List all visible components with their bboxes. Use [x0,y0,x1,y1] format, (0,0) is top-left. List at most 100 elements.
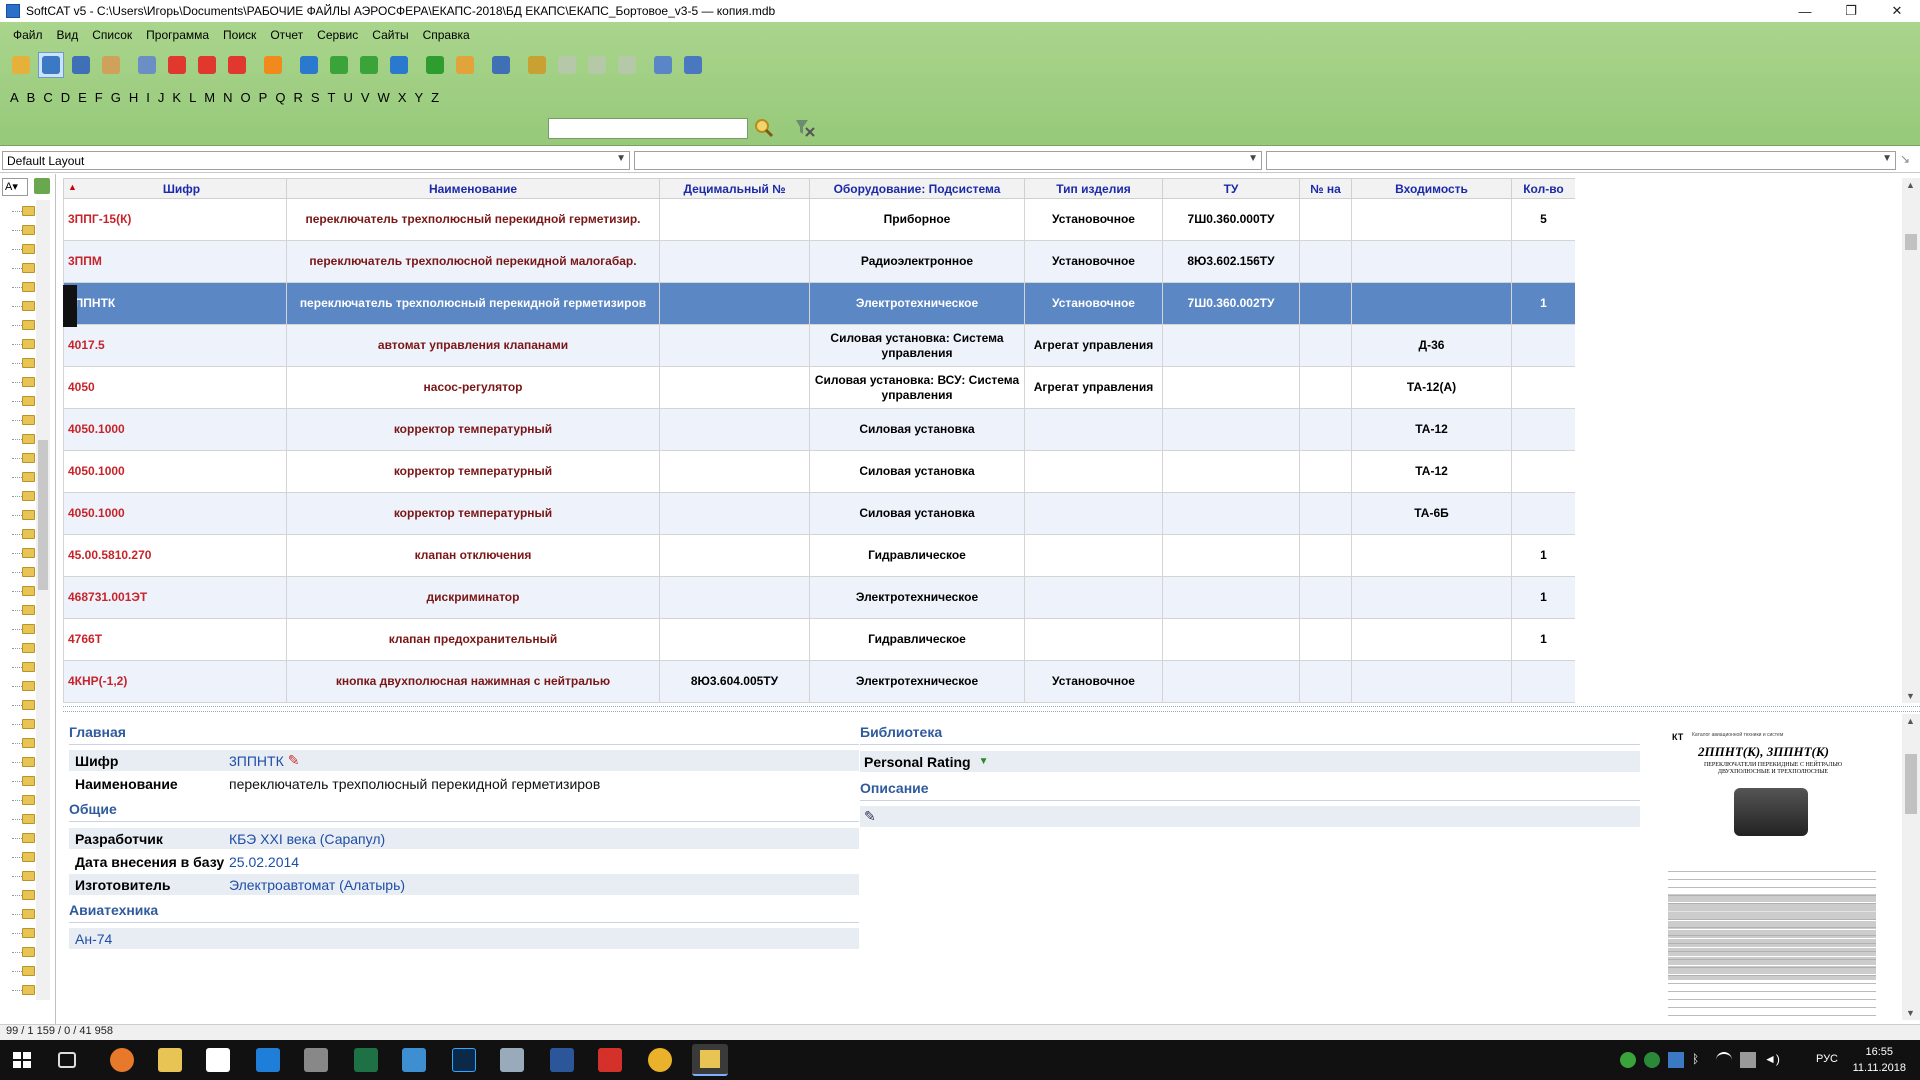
windows-button[interactable] [614,52,640,78]
column-header[interactable]: Кол-во [1511,178,1575,199]
cell-qty[interactable] [1511,366,1575,409]
folder-icon[interactable] [22,890,35,900]
edge-icon[interactable] [256,1048,280,1072]
folder-icon[interactable] [22,814,35,824]
folder-icon[interactable] [22,928,35,938]
table-row[interactable]: 4017.5 автомат управления клапанами Силова… [63,324,1575,367]
field-avia-value[interactable]: Ан-74 [69,931,112,947]
cell-decimal[interactable] [659,618,810,661]
column-header[interactable]: Входимость [1351,178,1512,199]
folder-icon[interactable] [22,244,35,254]
folder-icon[interactable] [22,491,35,501]
next-record-button[interactable] [356,52,382,78]
home-button[interactable] [8,52,34,78]
cell-subsystem[interactable]: Гидравлическое [809,534,1025,577]
scroll-down-icon[interactable]: ▼ [1906,691,1915,701]
column-header[interactable]: Наименование [286,178,660,199]
cell-decimal[interactable] [659,282,810,325]
field-shifr-value[interactable]: 3ППНТК ✎ [229,752,299,769]
folder-icon[interactable] [22,681,35,691]
detail-scroll-thumb[interactable] [1905,754,1917,814]
letter-f[interactable]: F [95,90,103,105]
key-button[interactable] [524,52,550,78]
cell-parent[interactable]: Д-36 [1351,324,1512,367]
menu-sites[interactable]: Сайты [365,28,415,42]
cell-type[interactable] [1024,534,1163,577]
letter-u[interactable]: U [343,90,352,105]
cell-num[interactable] [1299,618,1352,661]
wifi-icon[interactable] [1716,1052,1732,1068]
last-record-button[interactable] [386,52,412,78]
cell-decimal[interactable] [659,408,810,451]
cell-name[interactable]: клапан отключения [286,534,660,577]
letter-j[interactable]: J [158,90,165,105]
cell-tu[interactable] [1162,618,1300,661]
task-view-icon[interactable] [58,1052,76,1068]
cell-tu[interactable] [1162,660,1300,703]
tray-app2-icon[interactable] [1644,1052,1660,1068]
field-developer-value[interactable]: КБЭ XXI века (Сарапул) [229,831,385,847]
table-row[interactable]: 3ППНТК переключатель трехполюсный перекид… [63,282,1575,325]
letter-g[interactable]: G [111,90,121,105]
cell-name[interactable]: переключатель трехполюсный перекидной ге… [286,282,660,325]
folder-icon[interactable] [22,377,35,387]
cell-subsystem[interactable]: Приборное [809,198,1025,241]
cell-name[interactable]: кнопка двухполюсная нажимная с нейтралью [286,660,660,703]
letter-a[interactable]: A [10,90,19,105]
cell-subsystem[interactable]: Силовая установка: Система управления [809,324,1025,367]
search-button[interactable] [754,118,774,138]
cell-parent[interactable] [1351,240,1512,283]
cell-num[interactable] [1299,660,1352,703]
scroll-up-icon[interactable]: ▲ [1906,180,1915,190]
columns-button[interactable] [488,52,514,78]
cell-qty[interactable]: 1 [1511,282,1575,325]
cell-code[interactable]: 4КНР(-1,2) [63,660,287,703]
tray-mail-icon[interactable] [1668,1052,1684,1068]
move-up-button[interactable] [194,52,220,78]
cell-subsystem[interactable]: Электротехническое [809,576,1025,619]
table-row[interactable]: 4050.1000 корректор температурный Силовая … [63,450,1575,493]
cell-decimal[interactable] [659,576,810,619]
tree-scrollbar[interactable] [36,200,50,1000]
cell-qty[interactable] [1511,660,1575,703]
cell-num[interactable] [1299,198,1352,241]
cell-type[interactable]: Агрегат управления [1024,366,1163,409]
cell-qty[interactable]: 1 [1511,534,1575,577]
folder-icon[interactable] [22,738,35,748]
scroll-down-icon[interactable]: ▼ [1906,1008,1915,1018]
table-row[interactable]: 4050.1000 корректор температурный Силовая … [63,492,1575,535]
folder-icon[interactable] [22,985,35,995]
excel-icon[interactable] [354,1048,378,1072]
tree-filter-select[interactable]: А▾ [2,178,28,196]
folder-icon[interactable] [22,567,35,577]
cell-tu[interactable]: 7Ш0.360.000ТУ [1162,198,1300,241]
letter-e[interactable]: E [78,90,87,105]
table-row[interactable]: 3ППГ-15(К) переключатель трехполюсный пер… [63,198,1575,241]
tools-button[interactable] [98,52,124,78]
field-name-value[interactable]: переключатель трехполюсный перекидной ге… [229,776,600,792]
filter-select-3[interactable]: ▼ [1266,151,1896,170]
rating-dropdown-icon[interactable]: ▼ [979,756,989,767]
column-header[interactable]: № на [1299,178,1352,199]
grid-scroll-thumb[interactable] [1905,234,1917,250]
cell-parent[interactable]: ТА-12 [1351,408,1512,451]
cell-qty[interactable] [1511,492,1575,535]
letter-b[interactable]: B [27,90,36,105]
cell-parent[interactable]: ТА-6Б [1351,492,1512,535]
tree-scroll-thumb[interactable] [38,440,48,590]
cell-type[interactable]: Установочное [1024,660,1163,703]
grid-scrollbar[interactable]: ▲ ▼ [1902,178,1920,703]
search-input[interactable] [548,118,748,139]
cell-parent[interactable] [1351,576,1512,619]
cell-subsystem[interactable]: Электротехническое [809,282,1025,325]
cell-qty[interactable]: 1 [1511,576,1575,619]
photoshop-icon[interactable] [452,1048,476,1072]
cell-tu[interactable] [1162,576,1300,619]
folder-icon[interactable] [22,206,35,216]
preview-button[interactable] [134,52,160,78]
menu-list[interactable]: Список [85,28,139,42]
detail-scrollbar[interactable]: ▲ ▼ [1902,714,1920,1020]
folder-icon[interactable] [22,415,35,425]
folder-icon[interactable] [22,396,35,406]
folder-icon[interactable] [22,719,35,729]
